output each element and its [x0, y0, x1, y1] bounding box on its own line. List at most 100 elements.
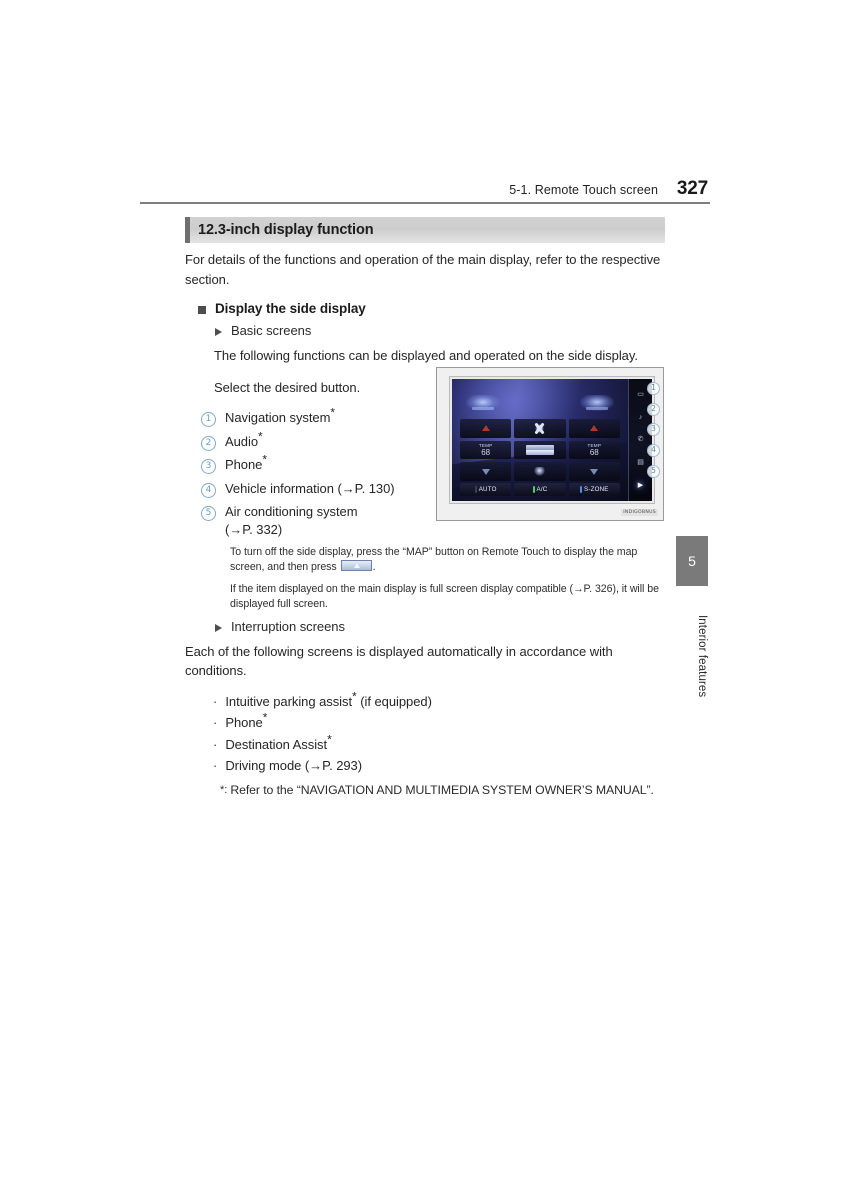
air-conditioning-icon[interactable]: ▶ [635, 481, 646, 490]
callout-number-2: 2 [201, 435, 216, 451]
triangle-bullet-icon [215, 328, 222, 336]
climate-control-grid: TEMP 68 TEMP 68 [460, 419, 620, 481]
interruption-item-label: Driving mode (→P. 293) [225, 758, 363, 773]
basic-screens-paragraph: The following functions can be displayed… [214, 348, 638, 363]
fan-speed-button[interactable] [514, 419, 566, 438]
climate-bottom-button-row: AUTO A/C S-ZONE [460, 483, 620, 496]
list-item: · Driving mode (→P. 293) [213, 757, 670, 775]
asterisk-mark: * [327, 732, 332, 747]
airflow-mode-button[interactable] [514, 462, 566, 481]
section-title: 12.3-inch display function [198, 222, 374, 238]
interruption-item-label: Intuitive parking assist* (if equipped) [225, 689, 432, 709]
arrow-down-icon [481, 468, 490, 475]
note-full-screen-compatible: If the item displayed on the main displa… [230, 582, 659, 610]
map-button-glyph-icon [340, 559, 372, 571]
square-bullet-icon [198, 306, 206, 314]
airflow-mode-icon [534, 467, 546, 477]
header-section-title: 5-1. Remote Touch screen [509, 183, 658, 197]
page-header: 5-1. Remote Touch screen 327 [140, 178, 710, 205]
list-item: 3 Phone* [201, 452, 441, 474]
callout-label-4: Vehicle information (→P. 130) [225, 480, 395, 496]
airflow-vent-button[interactable] [514, 440, 566, 460]
numbered-callout-list: 1 Navigation system* 2 Audio* 3 Phone* 4… [201, 405, 441, 539]
callout-label-2: Audio* [225, 429, 263, 449]
triangle-bullet-icon [215, 623, 222, 632]
ac-button[interactable]: A/C [514, 483, 566, 496]
s-zone-button[interactable]: S-ZONE [568, 483, 620, 496]
interruption-item-label: Phone* [225, 710, 268, 730]
note-block: To turn off the side display, press the … [230, 545, 660, 612]
seat-heater-right-icon [580, 395, 614, 411]
list-item: 5 Air conditioning system (→P. 332) [201, 503, 441, 539]
main-content: For details of the functions and operati… [185, 250, 670, 799]
ac-button-label: A/C [536, 486, 548, 493]
callout-label-1: Navigation system* [225, 405, 335, 425]
figure-callout-5: 5 [647, 465, 660, 479]
s-zone-button-label: S-ZONE [584, 486, 609, 493]
dot-bullet-icon: · [213, 693, 218, 709]
temp-display-right: TEMP 68 [568, 440, 620, 460]
interruption-screens-label: Interruption screens [231, 618, 345, 634]
audio-icon[interactable]: ♪ [635, 413, 646, 422]
temp-up-left-button[interactable] [460, 419, 512, 438]
asterisk-mark: * [330, 405, 335, 420]
auto-button-label: AUTO [478, 486, 497, 493]
temp-down-left-button[interactable] [460, 462, 512, 481]
subsection-display-side-display: Display the side display [198, 301, 670, 316]
seat-heater-left-icon [466, 395, 500, 411]
temp-down-right-button[interactable] [568, 462, 620, 481]
callout-number-1: 1 [201, 412, 216, 427]
figure-callout-3: 3 [647, 423, 660, 437]
figure-callouts: 1 2 3 4 5 [647, 378, 660, 482]
list-item: 1 Navigation system* [201, 405, 441, 427]
chapter-thumb-tab: 5 [676, 536, 708, 586]
section-title-bar: 12.3-inch display function [185, 217, 665, 243]
figure-side-display-photo: TEMP 68 TEMP 68 AUTO A/C S-ZONE ▭ ♪ ✆ ▤ … [436, 367, 664, 521]
callout-number-4: 4 [201, 482, 216, 498]
figure-callout-1: 1 [647, 381, 660, 395]
chapter-number: 5 [688, 553, 696, 569]
page-number: 327 [676, 178, 708, 199]
interruption-screens-list: · Intuitive parking assist* (if equipped… [213, 689, 670, 776]
dot-bullet-icon: · [213, 758, 218, 773]
temp-value-left: 68 [481, 447, 491, 457]
figure-screen: TEMP 68 TEMP 68 AUTO A/C S-ZONE ▭ ♪ ✆ ▤ … [450, 377, 654, 503]
list-item: 2 Audio* [201, 429, 441, 451]
callout-label-3: Phone* [225, 452, 267, 472]
list-item: · Intuitive parking assist* (if equipped… [213, 689, 670, 711]
subsection-basic-screens: Basic screens [215, 323, 670, 338]
dot-bullet-icon: · [213, 715, 218, 730]
interruption-item-label: Destination Assist* [225, 732, 332, 752]
led-indicator-icon [532, 486, 535, 493]
asterisk-mark: * [262, 710, 268, 725]
callout-label-5: Air conditioning system (→P. 332) [225, 504, 358, 537]
led-indicator-icon [580, 486, 583, 493]
figure-callout-4: 4 [647, 444, 660, 458]
list-item: · Phone* [213, 710, 670, 732]
vehicle-information-icon[interactable]: ▤ [635, 458, 646, 467]
callout-number-5: 5 [201, 506, 216, 521]
intro-paragraph: For details of the functions and operati… [185, 252, 661, 287]
auto-button[interactable]: AUTO [460, 483, 512, 496]
climate-control-screen: TEMP 68 TEMP 68 AUTO A/C S-ZONE [452, 379, 628, 501]
header-rule [140, 202, 710, 205]
basic-screens-label: Basic screens [231, 323, 312, 338]
subsection-heading-label: Display the side display [215, 301, 366, 316]
phone-icon[interactable]: ✆ [635, 435, 646, 444]
temp-up-right-button[interactable] [568, 419, 620, 438]
navigation-icon[interactable]: ▭ [635, 390, 646, 399]
callout-number-3: 3 [201, 459, 216, 474]
arrow-up-icon [590, 425, 599, 432]
arrow-down-icon [590, 468, 599, 475]
figure-callout-2: 2 [647, 402, 660, 416]
list-item: 4 Vehicle information (→P. 130) [201, 480, 441, 498]
footnote-text: Refer to the “NAVIGATION AND MULTIMEDIA … [230, 783, 654, 797]
list-item: · Destination Assist* [213, 732, 670, 754]
interruption-screens-paragraph: Each of the following screens is display… [185, 643, 613, 679]
vent-icon [525, 444, 554, 455]
temp-value-right: 68 [589, 447, 599, 457]
dot-bullet-icon: · [213, 736, 218, 752]
note-turn-off-side-display: To turn off the side display, press the … [230, 545, 638, 573]
footnote-marker: *: [220, 784, 228, 796]
arrow-up-icon [481, 425, 490, 432]
